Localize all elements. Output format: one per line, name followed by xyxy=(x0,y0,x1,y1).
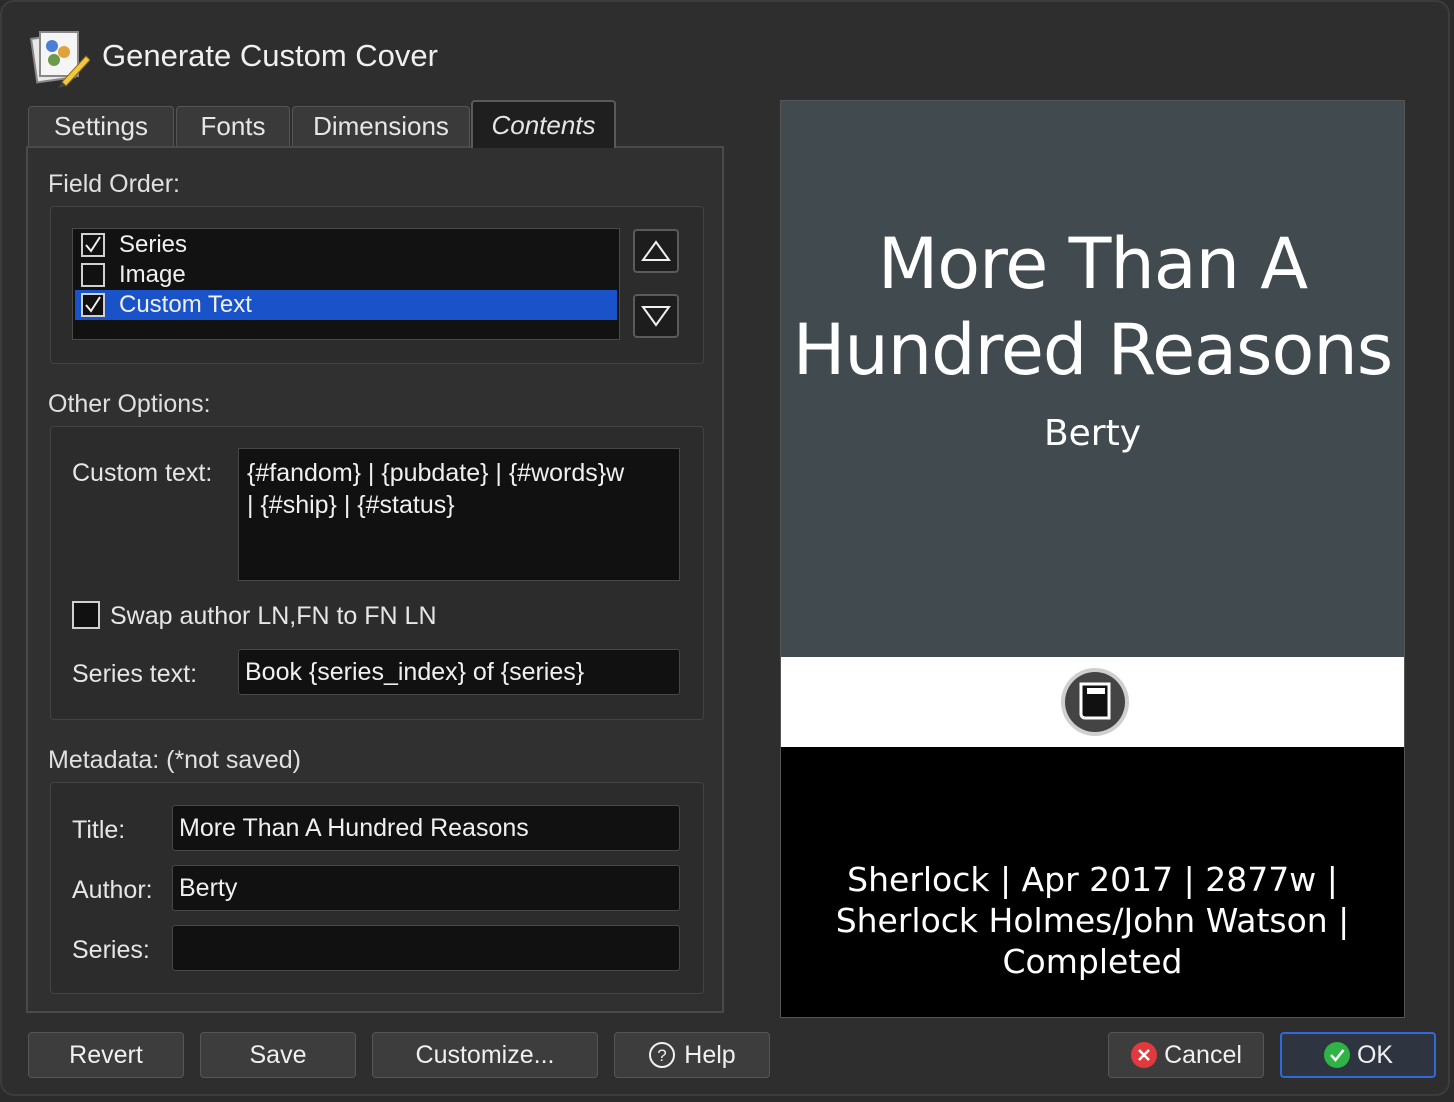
cancel-button-label: Cancel xyxy=(1164,1040,1242,1069)
move-up-button[interactable] xyxy=(633,229,679,273)
tab-settings[interactable]: Settings xyxy=(28,106,174,146)
cover-custom-line: Sherlock | Apr 2017 | 2877w | xyxy=(847,860,1338,899)
cover-preview: More Than A Hundred Reasons Berty Sherlo… xyxy=(780,100,1405,1018)
ok-button[interactable]: OK xyxy=(1280,1032,1436,1078)
help-button[interactable]: ? Help xyxy=(614,1032,770,1078)
title-input[interactable]: More Than A Hundred Reasons xyxy=(172,805,680,851)
book-logo-icon xyxy=(1061,668,1129,736)
list-item-image[interactable]: Image xyxy=(75,260,617,290)
series-label: Series: xyxy=(72,936,150,964)
move-down-button[interactable] xyxy=(633,294,679,338)
custom-text-label: Custom text: xyxy=(72,459,213,487)
check-icon xyxy=(85,296,101,313)
cover-custom-text: Sherlock | Apr 2017 | 2877w | Sherlock H… xyxy=(781,859,1404,982)
image-checkbox[interactable] xyxy=(81,263,105,287)
triangle-down-icon xyxy=(641,306,671,327)
series-text-label: Series text: xyxy=(72,660,198,688)
triangle-up-icon xyxy=(641,240,671,261)
tab-fonts[interactable]: Fonts xyxy=(176,106,290,146)
check-icon xyxy=(85,236,101,253)
cover-custom-line: Completed xyxy=(1002,942,1183,981)
cover-custom-line: Sherlock Holmes/John Watson | xyxy=(835,901,1350,940)
author-label: Author: xyxy=(72,876,153,904)
swap-author-label: Swap author LN,FN to FN LN xyxy=(110,602,437,630)
field-order-heading: Field Order: xyxy=(48,170,180,198)
help-icon: ? xyxy=(649,1042,676,1068)
cover-title: More Than A Hundred Reasons xyxy=(781,221,1404,393)
ok-check-icon xyxy=(1323,1042,1350,1068)
save-button[interactable]: Save xyxy=(200,1032,356,1078)
metadata-heading: Metadata: (*not saved) xyxy=(48,746,301,774)
custom-text-checkbox[interactable] xyxy=(81,293,105,317)
cover-title-line: Hundred Reasons xyxy=(792,309,1393,391)
list-item-label: Custom Text xyxy=(119,291,252,318)
palette-edit-icon xyxy=(29,31,90,88)
tab-contents[interactable]: Contents xyxy=(471,100,616,148)
svg-text:?: ? xyxy=(658,1046,667,1065)
list-item-label: Series xyxy=(119,231,188,258)
title-label: Title: xyxy=(72,816,126,844)
swap-author-checkbox[interactable] xyxy=(72,601,100,629)
custom-text-line: | {#ship} | {#status} xyxy=(247,491,455,519)
revert-button[interactable]: Revert xyxy=(28,1032,184,1078)
series-text-input[interactable]: Book {series_index} of {series} xyxy=(238,649,680,695)
custom-text-field[interactable]: {#fandom} | {pubdate} | {#words}w | {#sh… xyxy=(238,448,680,581)
cover-author: Berty xyxy=(1043,413,1142,454)
ok-button-label: OK xyxy=(1356,1040,1394,1069)
author-input[interactable]: Berty xyxy=(172,865,680,911)
list-item-label: Image xyxy=(119,261,186,288)
tab-dimensions[interactable]: Dimensions xyxy=(292,106,470,146)
window-title: Generate Custom Cover xyxy=(102,38,438,73)
cover-title-line: More Than A xyxy=(877,223,1308,305)
other-options-heading: Other Options: xyxy=(48,390,211,418)
cancel-x-icon xyxy=(1131,1042,1158,1068)
series-input[interactable] xyxy=(172,925,680,971)
list-item-custom-text[interactable]: Custom Text xyxy=(75,290,617,320)
list-item-series[interactable]: Series xyxy=(75,230,617,260)
dialog-window: Generate Custom Cover Settings Fonts Dim… xyxy=(0,0,1450,1096)
custom-text-line: {#fandom} | {pubdate} | {#words}w xyxy=(247,459,625,487)
field-order-list[interactable]: Series Image Custom Text xyxy=(72,228,620,340)
customize-button[interactable]: Customize... xyxy=(372,1032,598,1078)
series-checkbox[interactable] xyxy=(81,233,105,257)
help-button-label: Help xyxy=(684,1040,736,1069)
cancel-button[interactable]: Cancel xyxy=(1108,1032,1264,1078)
